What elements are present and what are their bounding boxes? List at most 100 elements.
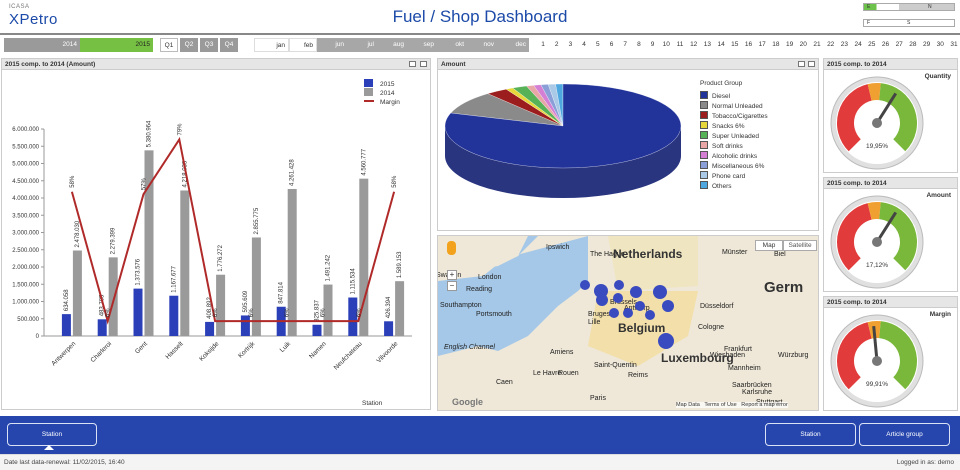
y-tick-label: 1.000.000 xyxy=(12,300,39,306)
map-label: Karlsruhe xyxy=(742,389,772,396)
day-30[interactable]: 30 xyxy=(934,38,946,52)
street-view-icon[interactable] xyxy=(447,241,456,255)
day-5[interactable]: 5 xyxy=(592,38,604,52)
day-2[interactable]: 2 xyxy=(551,38,563,52)
day-3[interactable]: 3 xyxy=(564,38,576,52)
map-label: Reims xyxy=(628,372,648,379)
gauge: 19,95% xyxy=(830,76,924,170)
day-27[interactable]: 27 xyxy=(893,38,905,52)
map-type-button[interactable]: Map xyxy=(755,240,783,251)
year-2015[interactable]: 2015 xyxy=(80,38,153,52)
map-label: Saarbrücken xyxy=(732,382,772,389)
day-9[interactable]: 9 xyxy=(647,38,659,52)
month-dec[interactable]: dec xyxy=(497,38,529,52)
day-23[interactable]: 23 xyxy=(838,38,850,52)
day-17[interactable]: 17 xyxy=(756,38,768,52)
gauge-panel: 2015 comp. to 2014 Quantity 19,95% xyxy=(823,58,958,173)
pie-legend-item: Soft drinks xyxy=(700,141,743,150)
header-divider xyxy=(0,33,960,35)
map-label: Mannheim xyxy=(728,365,761,372)
day-13[interactable]: 13 xyxy=(701,38,713,52)
bar-label-2015: 1.115.534 xyxy=(350,268,356,295)
day-7[interactable]: 7 xyxy=(619,38,631,52)
day-28[interactable]: 28 xyxy=(907,38,919,52)
map[interactable]: IpswichThe HagueNetherlandsMünsterBielSw… xyxy=(438,236,819,411)
month-nov[interactable]: nov xyxy=(467,38,497,52)
station-tab-button[interactable]: Station xyxy=(7,423,97,446)
filter-bar: 2014 2015 Q1 Q2 Q3 Q4 jan feb jun jul au… xyxy=(0,38,960,52)
y-tick-label: 6.000.000 xyxy=(12,127,39,133)
day-29[interactable]: 29 xyxy=(921,38,933,52)
map-label: Belgium xyxy=(618,321,665,335)
print-icon[interactable] xyxy=(798,61,805,67)
station-marker xyxy=(630,286,642,298)
month-sep[interactable]: sep xyxy=(407,38,437,52)
bar-2015 xyxy=(240,315,250,336)
day-22[interactable]: 22 xyxy=(825,38,837,52)
zoom-in-button[interactable]: + xyxy=(447,270,457,280)
category-label: Vilvoorde xyxy=(375,340,399,364)
quarter-q2[interactable]: Q2 xyxy=(180,38,198,52)
day-18[interactable]: 18 xyxy=(770,38,782,52)
day-10[interactable]: 10 xyxy=(660,38,672,52)
month-feb[interactable]: feb xyxy=(289,38,317,52)
zoom-out-button[interactable]: − xyxy=(447,281,457,291)
pie-panel-title: Amount xyxy=(438,59,818,70)
quarter-q1[interactable]: Q1 xyxy=(160,38,178,52)
bar-label-2014: 2.279.399 xyxy=(111,227,117,254)
day-21[interactable]: 21 xyxy=(811,38,823,52)
map-footer[interactable]: Map Data Terms of Use Report a map error xyxy=(676,402,788,408)
map-label: English Channel xyxy=(444,344,495,351)
select-f-s[interactable]: F S xyxy=(863,19,955,27)
pie-legend-item: Miscellaneous 6% xyxy=(700,161,764,170)
article-group-button[interactable]: Article group xyxy=(859,423,950,446)
day-6[interactable]: 6 xyxy=(606,38,618,52)
year-2014[interactable]: 2014 xyxy=(4,38,80,52)
legend-label: 2014 xyxy=(380,90,395,97)
map-label: Cologne xyxy=(698,324,724,331)
day-16[interactable]: 16 xyxy=(743,38,755,52)
station-button[interactable]: Station xyxy=(765,423,856,446)
day-26[interactable]: 26 xyxy=(880,38,892,52)
month-jul[interactable]: jul xyxy=(347,38,377,52)
map-label: Düsseldorf xyxy=(700,303,734,310)
bar-label-2014: 1.491.242 xyxy=(326,254,332,281)
day-31[interactable]: 31 xyxy=(948,38,960,52)
day-4[interactable]: 4 xyxy=(578,38,590,52)
quarter-q4[interactable]: Q4 xyxy=(220,38,238,52)
margin-label: 57% xyxy=(142,178,148,191)
day-24[interactable]: 24 xyxy=(852,38,864,52)
day-11[interactable]: 11 xyxy=(674,38,686,52)
map-label: Saint-Quentin xyxy=(594,362,637,369)
bar-label-2015: 1.167.677 xyxy=(171,265,177,292)
day-14[interactable]: 14 xyxy=(715,38,727,52)
day-8[interactable]: 8 xyxy=(633,38,645,52)
day-25[interactable]: 25 xyxy=(866,38,878,52)
select-e-n[interactable]: E N xyxy=(863,3,955,11)
day-12[interactable]: 12 xyxy=(688,38,700,52)
month-jun[interactable]: jun xyxy=(317,38,347,52)
category-label: Koksijde xyxy=(198,340,221,363)
pie-legend-item: Super Unleaded xyxy=(700,131,759,140)
satellite-button[interactable]: Satellite xyxy=(783,240,817,251)
day-15[interactable]: 15 xyxy=(729,38,741,52)
gauge-hub xyxy=(872,118,882,128)
bar-2015 xyxy=(205,321,215,336)
select-e-label: E xyxy=(867,4,871,10)
map-label: Netherlands xyxy=(613,247,683,261)
month-aug[interactable]: aug xyxy=(377,38,407,52)
legend-swatch xyxy=(364,79,373,87)
map-panel[interactable]: IpswichThe HagueNetherlandsMünsterBielSw… xyxy=(437,235,819,411)
quarter-q3[interactable]: Q3 xyxy=(200,38,218,52)
month-okt[interactable]: okt xyxy=(437,38,467,52)
day-19[interactable]: 19 xyxy=(784,38,796,52)
pie-chart-panel: Amount Product Group Diesel Normal Unlead… xyxy=(437,58,819,231)
day-20[interactable]: 20 xyxy=(797,38,809,52)
export-icon[interactable] xyxy=(420,61,427,67)
print-icon[interactable] xyxy=(409,61,416,67)
day-1[interactable]: 1 xyxy=(537,38,549,52)
month-jan[interactable]: jan xyxy=(254,38,289,52)
select-f-label: F xyxy=(867,20,871,26)
day-selector: 1 2 3 4 5 6 7 8 9 10 11 12 13 14 15 16 17 18 19 20 21 22 23 24 2… xyxy=(537,38,960,52)
export-icon[interactable] xyxy=(808,61,815,67)
